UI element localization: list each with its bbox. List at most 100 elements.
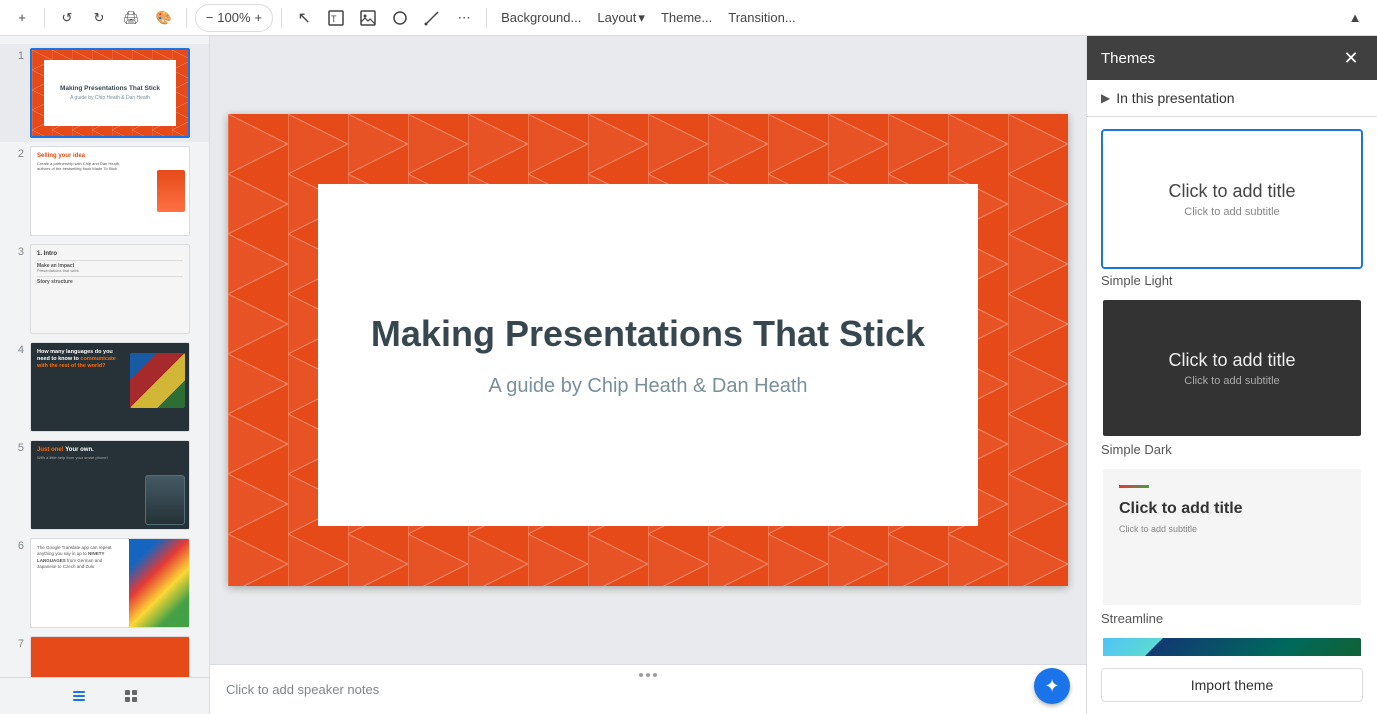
suggest-notes-icon: ✦ (1044, 676, 1059, 697)
thumb1-content: Making Presentations That Stick A guide … (44, 60, 176, 126)
speaker-notes[interactable]: Click to add speaker notes ✦ (210, 664, 1086, 714)
slide-panel: 1 Making Presentations That Stick A guid… (0, 36, 210, 714)
slide-item[interactable]: 6 The Google Translate app can repeat an… (0, 534, 209, 632)
slide-thumbnail: Selling your idea Create a partnership w… (30, 146, 190, 236)
layout-button[interactable]: Layout ▾ (591, 4, 651, 32)
thumb2-text: Create a partnership with Chip and Dan H… (37, 161, 122, 171)
undo-button[interactable]: ↺ (53, 4, 81, 32)
slide-number: 3 (8, 244, 24, 258)
slide-thumbnail: Just one! Your own. With a little help f… (30, 440, 190, 530)
themes-section-label: In this presentation (1116, 90, 1234, 106)
notes-dot (639, 673, 643, 677)
slide-item[interactable]: 4 How many languages do you need to know… (0, 338, 209, 436)
line-tool-button[interactable] (418, 4, 446, 32)
speaker-notes-placeholder: Click to add speaker notes (226, 682, 379, 697)
thumb3-item2: Story structure (37, 279, 183, 285)
streamline-accent-bar (1119, 485, 1149, 488)
slide-canvas[interactable]: Making Presentations That Stick A guide … (228, 114, 1068, 586)
themes-section[interactable]: ▶ In this presentation (1087, 80, 1377, 117)
theme-item-simple-dark[interactable]: Click to add title Click to add subtitle… (1101, 298, 1363, 457)
themes-header: Themes ✕ (1087, 36, 1377, 80)
slide-thumbnail: 1. Intro Make an impact Presentations th… (30, 244, 190, 334)
grid-view-button[interactable] (115, 684, 147, 708)
preview-streamline-subtitle: Click to add subtitle (1119, 524, 1345, 534)
preview-streamline-bg: Click to add title Click to add subtitle (1103, 469, 1361, 605)
zoom-in-icon: + (255, 10, 263, 25)
preview-streamline-title: Click to add title (1119, 500, 1345, 518)
slide-white-area: Making Presentations That Stick A guide … (318, 184, 978, 526)
theme-item-streamline[interactable]: Click to add title Click to add subtitle… (1101, 467, 1363, 626)
slide-subtitle[interactable]: A guide by Chip Heath & Dan Heath (488, 375, 807, 398)
theme-preview-4: Click to add title (1101, 636, 1363, 656)
slide-item[interactable]: 1 Making Presentations That Stick A guid… (0, 44, 209, 142)
import-theme-button[interactable]: Import theme (1101, 668, 1363, 702)
zoom-out-icon: − (206, 10, 214, 25)
paint-format-button[interactable]: 🎨 (150, 4, 178, 32)
more-tools-button[interactable]: ⋯ (450, 4, 478, 32)
themes-expand-icon: ▶ (1101, 91, 1110, 105)
preview-theme4-bg: Click to add title (1103, 638, 1361, 656)
zoom-value: 100% (217, 10, 250, 25)
toolbar: + ↺ ↻ 🖨 🎨 − 100% + ↖ T ⋯ Backg (0, 0, 1377, 36)
list-view-button[interactable] (63, 684, 95, 708)
toolbar-divider-2 (186, 8, 187, 28)
theme-name-streamline: Streamline (1101, 611, 1363, 626)
zoom-control[interactable]: − 100% + (195, 4, 273, 32)
transition-button[interactable]: Transition... (722, 4, 801, 32)
theme-preview-simple-dark: Click to add title Click to add subtitle (1101, 298, 1363, 438)
thumb6-flags (129, 539, 189, 627)
preview-simple-light-bg: Click to add title Click to add subtitle (1103, 131, 1361, 267)
preview-light-title: Click to add title (1168, 181, 1295, 202)
toolbar-divider-1 (44, 8, 45, 28)
themes-close-button[interactable]: ✕ (1339, 46, 1363, 70)
slide-number: 6 (8, 538, 24, 552)
select-tool-button[interactable]: ↖ (290, 4, 318, 32)
textbox-tool-button[interactable]: T (322, 4, 350, 32)
slide-main-title[interactable]: Making Presentations That Stick (371, 312, 925, 355)
slide-item[interactable]: 5 Just one! Your own. With a little help… (0, 436, 209, 534)
list-view-icon (71, 688, 87, 704)
themes-list: Click to add title Click to add subtitle… (1087, 117, 1377, 656)
themes-panel-title: Themes (1101, 50, 1155, 67)
notes-dot (646, 673, 650, 677)
textbox-icon: T (328, 10, 344, 26)
thumb3-title: 1. Intro (37, 251, 183, 257)
notes-dots (639, 673, 657, 677)
slide-item[interactable]: 2 Selling your idea Create a partnership… (0, 142, 209, 240)
image-icon (360, 10, 376, 26)
suggest-notes-button[interactable]: ✦ (1034, 668, 1070, 704)
thumb2-title: Selling your idea (37, 153, 183, 159)
themes-panel: Themes ✕ ▶ In this presentation Click to… (1086, 36, 1377, 714)
toolbar-divider-3 (281, 8, 282, 28)
collapse-toolbar-button[interactable]: ▲ (1341, 4, 1369, 32)
toolbar-divider-4 (486, 8, 487, 28)
theme-preview-simple-light: Click to add title Click to add subtitle (1101, 129, 1363, 269)
preview-light-subtitle: Click to add subtitle (1184, 206, 1279, 218)
grid-view-icon (123, 688, 139, 704)
theme-button[interactable]: Theme... (655, 4, 718, 32)
thumb5-phone (145, 475, 185, 525)
slide-thumbnail: Making Presentations That Stick A guide … (30, 48, 190, 138)
theme-name-simple-dark: Simple Dark (1101, 442, 1363, 457)
theme-preview-streamline: Click to add title Click to add subtitle (1101, 467, 1363, 607)
preview-dark-title: Click to add title (1168, 350, 1295, 371)
thumb3-text1: Presentations that work (37, 269, 183, 274)
redo-button[interactable]: ↻ (85, 4, 113, 32)
thumb5-sub: With a little help from your smart phone… (37, 455, 183, 460)
shapes-tool-button[interactable] (386, 4, 414, 32)
notes-drag-handle[interactable] (210, 665, 1086, 669)
theme-item-4[interactable]: Click to add title (1101, 636, 1363, 656)
background-button[interactable]: Background... (495, 4, 587, 32)
theme-item-simple-light[interactable]: Click to add title Click to add subtitle… (1101, 129, 1363, 288)
add-button[interactable]: + (8, 4, 36, 32)
image-tool-button[interactable] (354, 4, 382, 32)
print-button[interactable]: 🖨 (117, 4, 146, 32)
line-icon (424, 10, 440, 26)
slide-number: 7 (8, 636, 24, 650)
editor-area: Making Presentations That Stick A guide … (210, 36, 1086, 714)
svg-text:T: T (331, 14, 337, 24)
theme4-accent (1103, 638, 1163, 656)
slide-item[interactable]: 3 1. Intro Make an impact Presentations … (0, 240, 209, 338)
preview-simple-dark-bg: Click to add title Click to add subtitle (1103, 300, 1361, 436)
notes-dot (653, 673, 657, 677)
